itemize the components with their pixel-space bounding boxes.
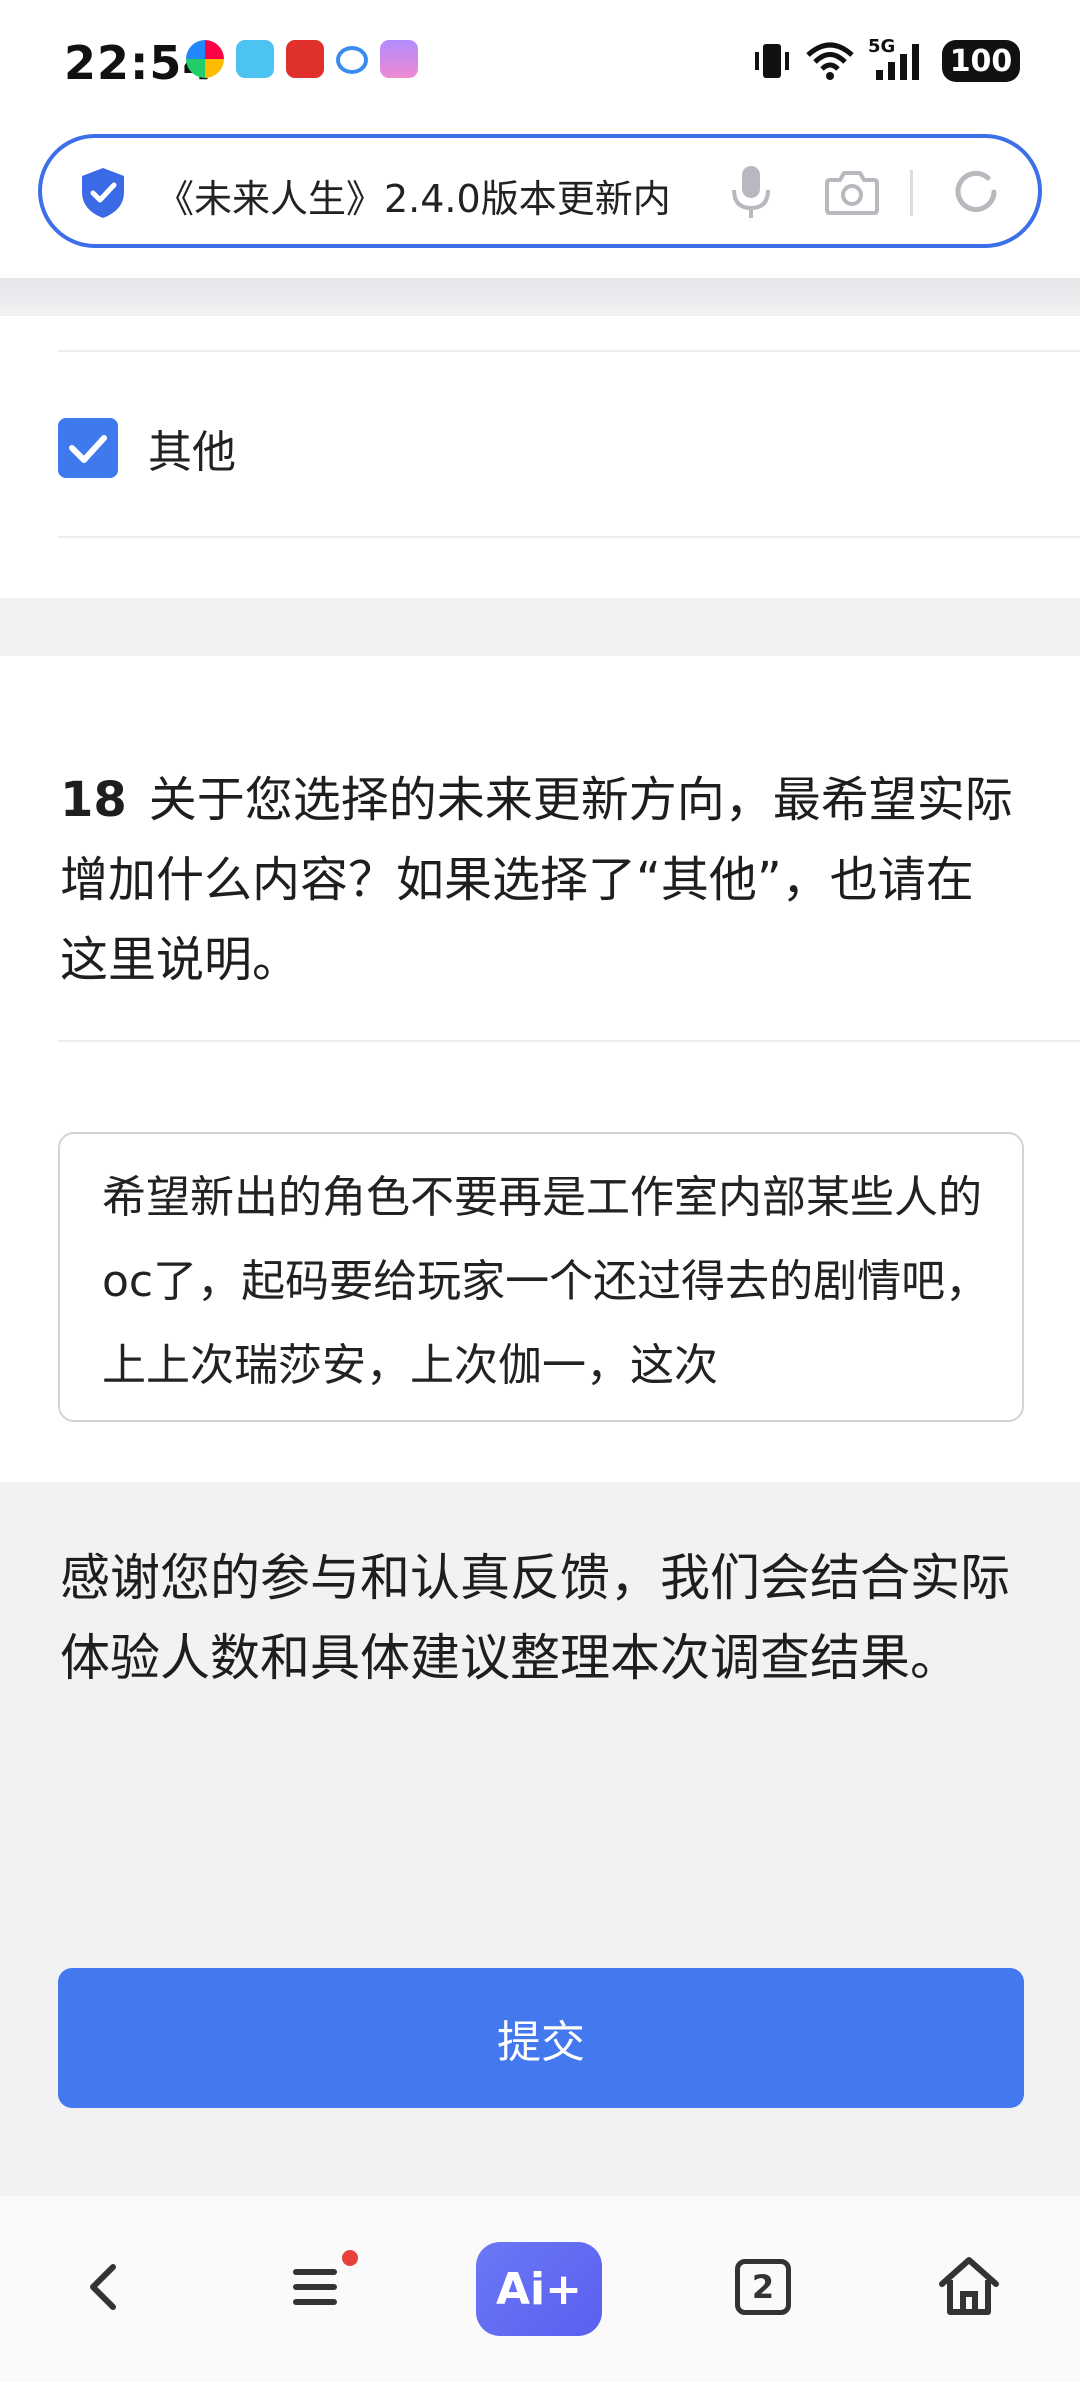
answer-textarea[interactable]: 希望新出的角色不要再是工作室内部某些人的oc了，起码要给玩家一个还过得去的剧情吧… [58, 1132, 1024, 1422]
divider [58, 536, 1080, 538]
ai-button[interactable]: Ai+ [476, 2242, 602, 2336]
home-icon [939, 2257, 999, 2315]
divider [58, 1040, 1080, 1042]
shield-icon [82, 168, 124, 218]
tabs-button[interactable]: 2 [718, 2242, 808, 2332]
app-icon-shopping [286, 40, 324, 78]
answer-text[interactable]: 希望新出的角色不要再是工作室内部某些人的oc了，起码要给玩家一个还过得去的剧情吧… [102, 1156, 1002, 1408]
battery-indicator: 100 [942, 40, 1020, 82]
tab-count: 2 [735, 2259, 791, 2315]
signal-icon: 5G [868, 36, 928, 82]
menu-icon [293, 2269, 337, 2305]
thanks-message: 感谢您的参与和认真反馈，我们会结合实际体验人数和具体建议整理本次调查结果。 [60, 1549, 1010, 1687]
other-option-label[interactable]: 其他 [148, 416, 236, 480]
question-text: 关于您选择的未来更新方向，最希望实际增加什么内容？如果选择了“其他”，也请在这里… [60, 772, 1013, 988]
question-number: 18 [60, 772, 127, 828]
app-icon-book [236, 40, 274, 78]
wifi-icon [806, 42, 854, 80]
divider [58, 350, 1080, 352]
back-button[interactable] [60, 2242, 150, 2332]
app-icon-avatar [380, 40, 418, 78]
network-type: 5G [868, 36, 896, 57]
bottom-nav: Ai+ 2 [0, 2196, 1080, 2382]
address-divider [910, 170, 913, 216]
status-indicators: 5G 100 [752, 36, 1020, 82]
app-icon-1 [186, 40, 224, 78]
notification-dot [342, 2250, 358, 2266]
reload-icon[interactable] [948, 164, 1004, 220]
checkmark-icon [69, 435, 107, 463]
chat-icon [336, 46, 368, 74]
question-card: 18 关于您选择的未来更新方向，最希望实际增加什么内容？如果选择了“其他”，也请在… [0, 656, 1080, 1482]
other-checkbox[interactable] [58, 418, 118, 478]
home-button[interactable] [924, 2242, 1014, 2332]
address-text[interactable]: 《未来人生》2.4.0版本更新内 [156, 168, 726, 223]
header-shadow [0, 278, 1080, 318]
options-card: 其他 [0, 316, 1080, 598]
vibrate-icon [755, 44, 789, 78]
question-title: 18 关于您选择的未来更新方向，最希望实际增加什么内容？如果选择了“其他”，也请在… [60, 760, 1020, 1000]
browser-header: 《未来人生》2.4.0版本更新内 [0, 126, 1080, 298]
submit-button[interactable]: 提交 [58, 1968, 1024, 2108]
address-bar[interactable]: 《未来人生》2.4.0版本更新内 [38, 134, 1042, 248]
status-bar: 22:54 5G 100 [0, 0, 1080, 126]
back-arrow-icon [90, 2264, 116, 2310]
microphone-icon[interactable] [728, 162, 774, 222]
notification-icons [186, 40, 418, 78]
camera-icon[interactable] [824, 168, 880, 216]
